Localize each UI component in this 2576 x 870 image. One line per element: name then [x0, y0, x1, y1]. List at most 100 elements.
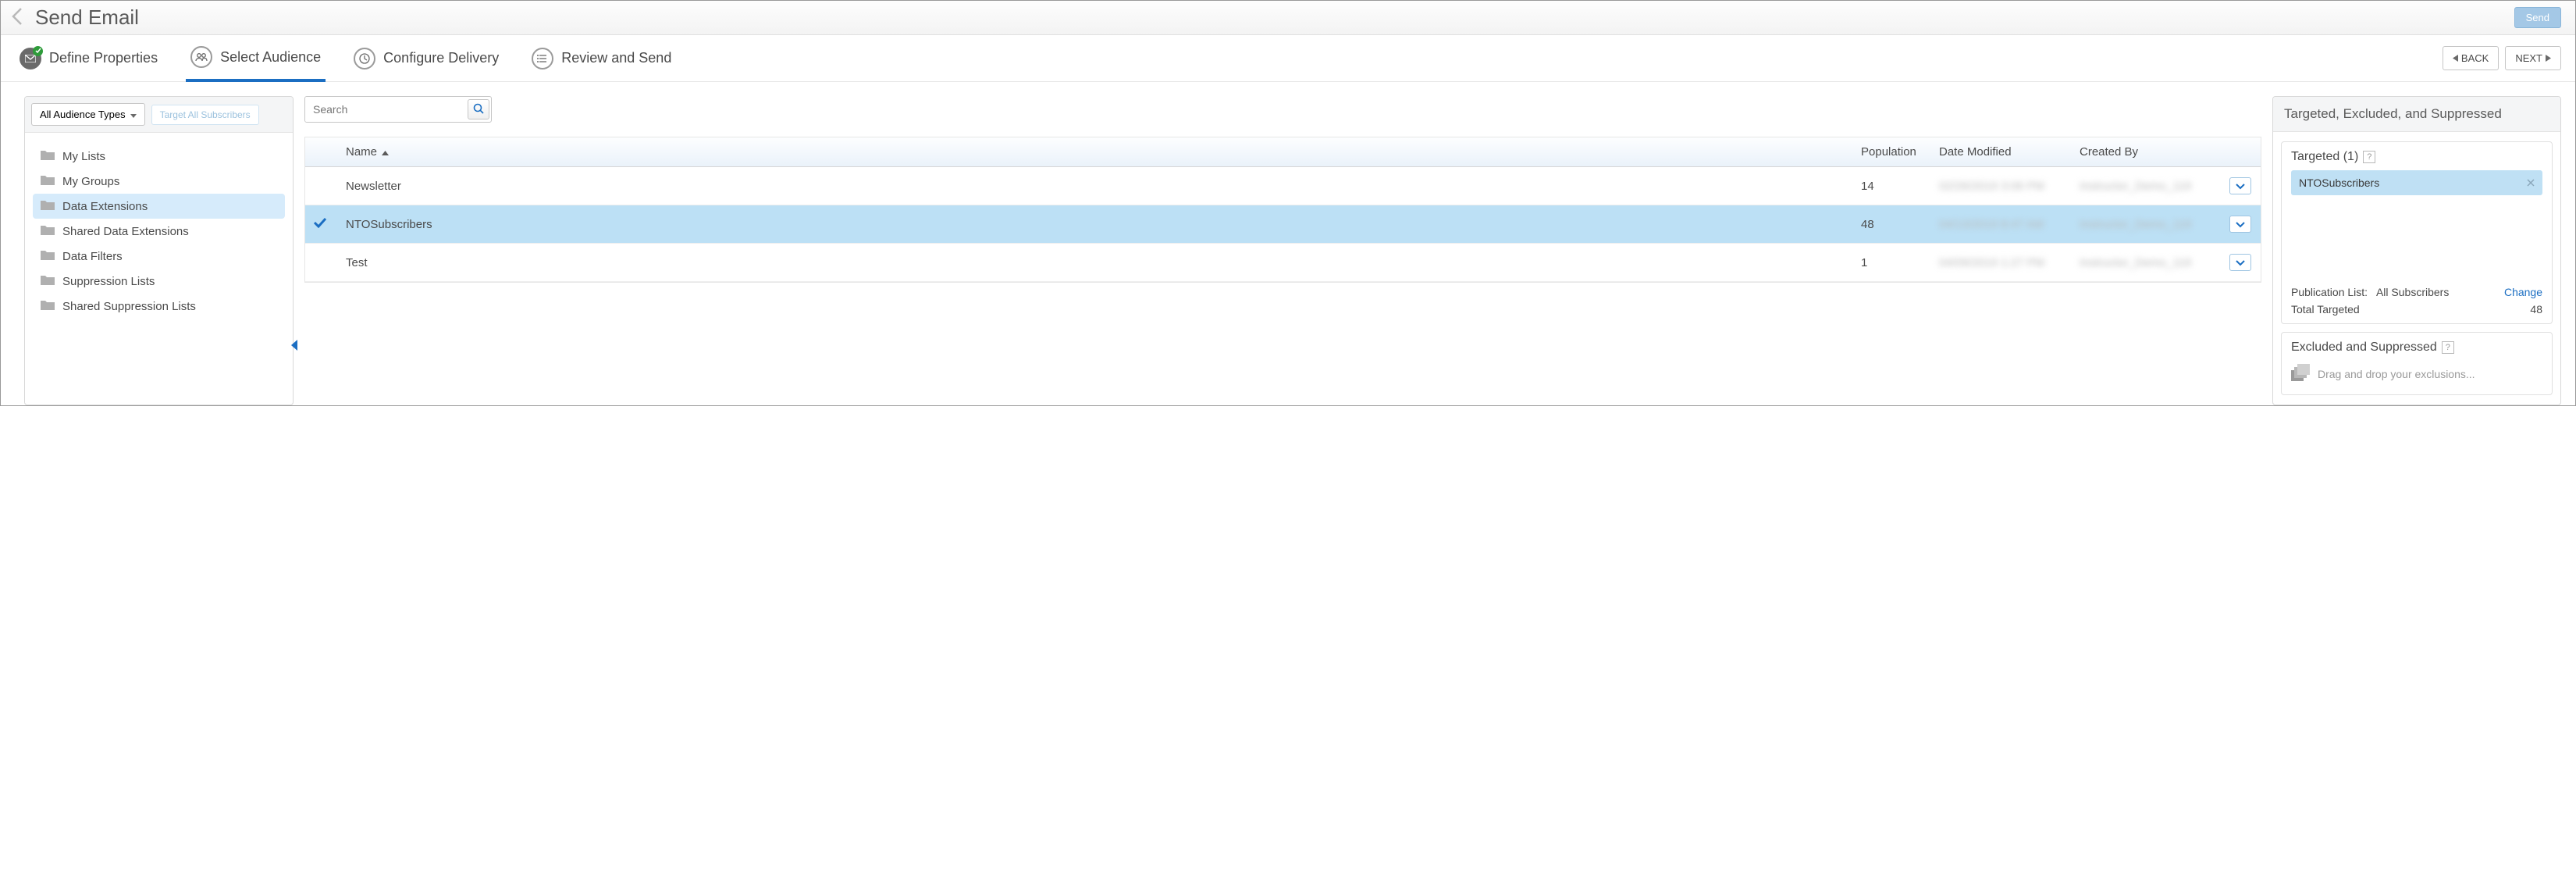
people-icon: [190, 46, 212, 68]
check-badge-icon: [33, 46, 43, 56]
targeted-box: Targeted (1) ? NTOSubscribers Publicatio…: [2281, 141, 2553, 324]
row-date: 04/13/2019 8:47 AM: [1931, 208, 2072, 241]
folder-label: My Groups: [62, 175, 119, 188]
search-input[interactable]: [305, 97, 468, 122]
folder-suppression-lists[interactable]: Suppression Lists: [33, 269, 285, 294]
help-icon[interactable]: ?: [2442, 341, 2454, 354]
folder-icon: [41, 149, 55, 163]
next-button[interactable]: NEXT: [2505, 46, 2561, 70]
chip-label: NTOSubscribers: [2299, 176, 2379, 189]
step-label: Configure Delivery: [383, 50, 499, 66]
list-icon: [532, 48, 553, 70]
back-button-label: BACK: [2461, 52, 2489, 64]
folder-data-filters[interactable]: Data Filters: [33, 244, 285, 269]
help-icon[interactable]: ?: [2363, 151, 2375, 163]
publication-list-value: All Subscribers: [2376, 286, 2449, 298]
step-define-properties[interactable]: Define Properties: [15, 37, 162, 80]
table-header: Name Population Date Modified Created By: [305, 137, 2261, 167]
folder-icon: [41, 249, 55, 263]
total-targeted-value: 48: [2530, 303, 2542, 316]
audience-sidebar: All Audience Types Target All Subscriber…: [24, 96, 294, 405]
table-row[interactable]: Newsletter 14 02/26/2019 3:06 PM Instruc…: [305, 167, 2261, 205]
audience-type-dropdown[interactable]: All Audience Types: [31, 103, 145, 126]
step-label: Define Properties: [49, 50, 158, 66]
chevron-down-icon: [2236, 257, 2245, 269]
row-created-by: Instructor_Demo_119: [2072, 208, 2220, 241]
back-chevron-icon[interactable]: [9, 5, 26, 30]
table-row[interactable]: Test 1 04/09/2019 1:27 PM Instructor_Dem…: [305, 244, 2261, 282]
folder-my-groups[interactable]: My Groups: [33, 169, 285, 194]
row-date: 02/26/2019 3:06 PM: [1931, 169, 2072, 203]
close-icon[interactable]: [2527, 176, 2535, 189]
row-action-dropdown[interactable]: [2229, 177, 2251, 194]
folder-icon: [41, 174, 55, 188]
search-box: [304, 96, 492, 123]
row-name: NTOSubscribers: [338, 208, 1853, 241]
dropzone-text: Drag and drop your exclusions...: [2318, 368, 2475, 380]
folder-label: Suppression Lists: [62, 275, 155, 288]
send-button[interactable]: Send: [2514, 7, 2561, 28]
row-action-dropdown[interactable]: [2229, 254, 2251, 271]
row-created-by: Instructor_Demo_119: [2072, 169, 2220, 203]
sidebar-collapse-handle[interactable]: [291, 340, 297, 353]
row-selected-check-icon: [305, 207, 338, 241]
targeted-title: Targeted (1): [2291, 150, 2358, 164]
step-select-audience[interactable]: Select Audience: [186, 35, 326, 82]
folder-icon: [41, 274, 55, 288]
step-review-and-send[interactable]: Review and Send: [527, 37, 676, 80]
folder-shared-data-extensions[interactable]: Shared Data Extensions: [33, 219, 285, 244]
targeting-panel: Targeted, Excluded, and Suppressed Targe…: [2272, 96, 2561, 405]
chevron-down-icon: [2236, 219, 2245, 230]
folder-my-lists[interactable]: My Lists: [33, 144, 285, 169]
row-name: Test: [338, 246, 1853, 280]
stack-icon: [2291, 364, 2310, 383]
folder-icon: [41, 199, 55, 213]
excluded-title: Excluded and Suppressed: [2291, 341, 2437, 355]
page-title: Send Email: [35, 5, 139, 30]
row-created-by: Instructor_Demo_119: [2072, 246, 2220, 280]
folder-label: Shared Suppression Lists: [62, 300, 196, 313]
total-targeted-label: Total Targeted: [2291, 303, 2360, 316]
target-all-subscribers-button[interactable]: Target All Subscribers: [151, 105, 259, 125]
folder-icon: [41, 224, 55, 238]
folder-label: Data Filters: [62, 250, 123, 263]
step-label: Review and Send: [561, 50, 671, 66]
search-button[interactable]: [468, 99, 489, 119]
targeted-chip[interactable]: NTOSubscribers: [2291, 170, 2542, 195]
dropdown-label: All Audience Types: [40, 109, 126, 120]
folder-shared-suppression-lists[interactable]: Shared Suppression Lists: [33, 294, 285, 319]
folder-data-extensions[interactable]: Data Extensions: [33, 194, 285, 219]
column-date-modified[interactable]: Date Modified: [1931, 137, 2072, 166]
targeting-panel-header: Targeted, Excluded, and Suppressed: [2273, 97, 2560, 132]
step-label: Select Audience: [220, 49, 321, 66]
table-row[interactable]: NTOSubscribers 48 04/13/2019 8:47 AM Ins…: [305, 205, 2261, 244]
folder-label: Shared Data Extensions: [62, 225, 189, 238]
column-population[interactable]: Population: [1853, 137, 1931, 166]
column-created-by[interactable]: Created By: [2072, 137, 2220, 166]
publication-list-label: Publication List:: [2291, 286, 2368, 298]
triangle-left-icon: [2453, 52, 2458, 64]
excluded-box: Excluded and Suppressed ? Drag and drop …: [2281, 332, 2553, 395]
folder-icon: [41, 299, 55, 313]
change-publication-list-link[interactable]: Change: [2504, 286, 2542, 298]
row-population: 14: [1853, 169, 1931, 203]
folder-label: My Lists: [62, 150, 105, 163]
row-name: Newsletter: [338, 169, 1853, 203]
audience-table: Name Population Date Modified Created By…: [304, 137, 2261, 283]
folder-label: Data Extensions: [62, 200, 148, 213]
exclusion-dropzone[interactable]: Drag and drop your exclusions...: [2291, 361, 2542, 387]
clock-icon: [354, 48, 375, 70]
triangle-right-icon: [2546, 52, 2551, 64]
back-button[interactable]: BACK: [2443, 46, 2499, 70]
search-icon: [473, 103, 484, 116]
next-button-label: NEXT: [2515, 52, 2542, 64]
step-configure-delivery[interactable]: Configure Delivery: [349, 37, 503, 80]
sort-asc-icon: [382, 145, 389, 159]
row-action-dropdown[interactable]: [2229, 216, 2251, 233]
row-date: 04/09/2019 1:27 PM: [1931, 246, 2072, 280]
row-population: 1: [1853, 246, 1931, 280]
folder-list: My Lists My Groups Data Extensions Share…: [25, 133, 293, 330]
caret-down-icon: [130, 109, 137, 120]
chevron-down-icon: [2236, 180, 2245, 192]
column-name[interactable]: Name: [338, 137, 1853, 166]
